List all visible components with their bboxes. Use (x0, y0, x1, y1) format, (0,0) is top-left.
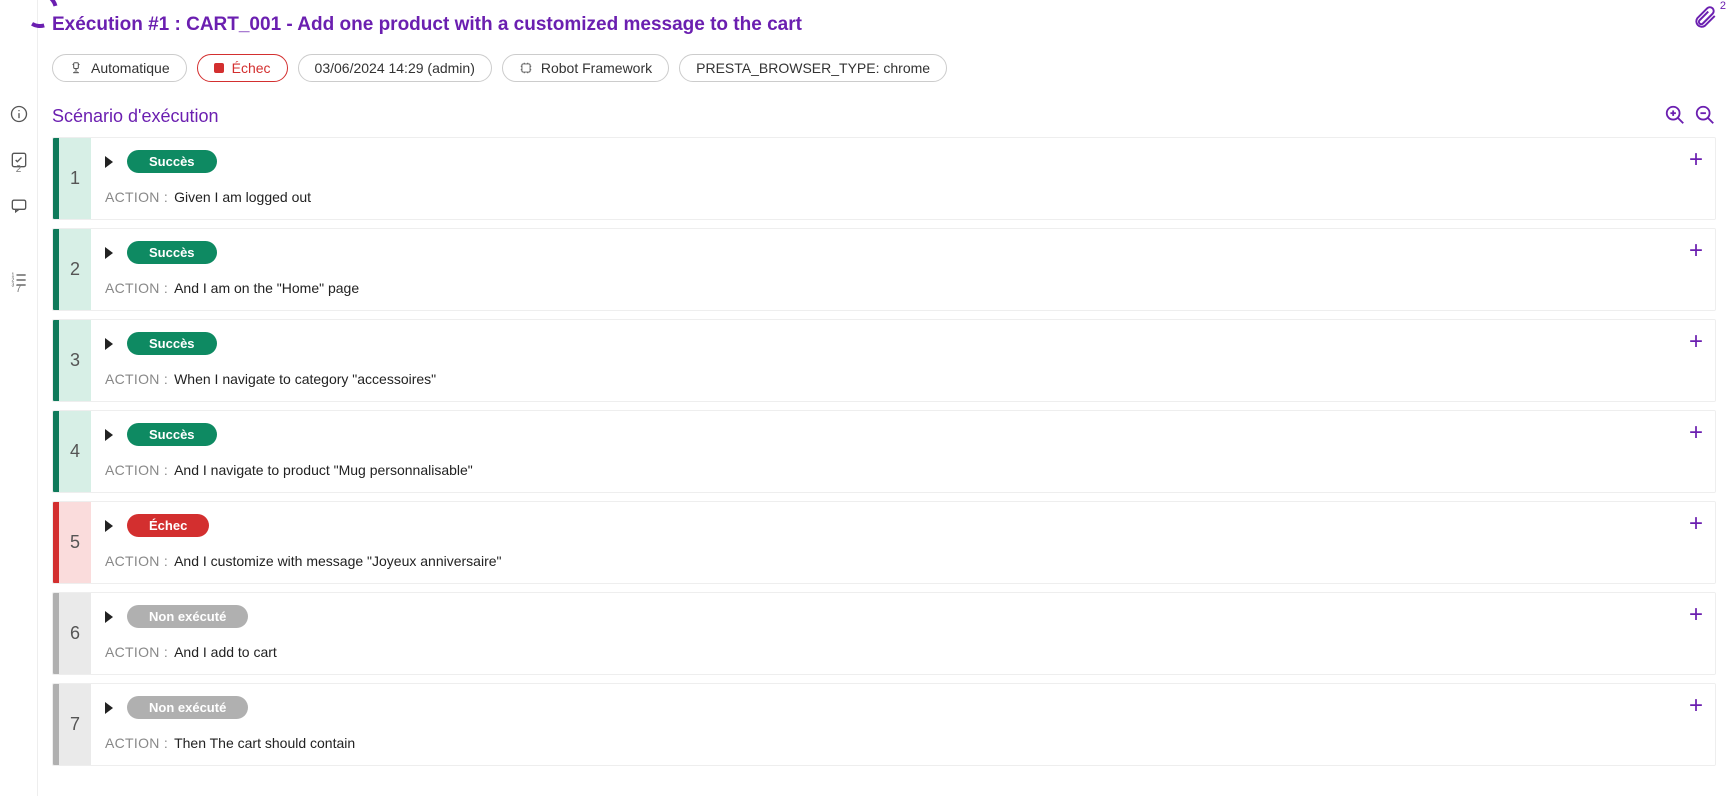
add-step-detail-button[interactable]: + (1689, 148, 1703, 172)
checklist-badge: 2 (16, 164, 22, 175)
step-row: 7 Non exécuté + ACTION : Then The cart shoul… (52, 683, 1716, 766)
step-row: 6 Non exécuté + ACTION : And I add to cart (52, 592, 1716, 675)
step-number: 1 (59, 138, 91, 219)
expand-caret-icon[interactable] (105, 611, 113, 623)
main-panel: 2 Exécution #1 : CART_001 - Add one prod… (38, 0, 1732, 796)
step-status-badge: Succès (127, 241, 217, 264)
add-step-detail-button[interactable]: + (1689, 330, 1703, 354)
page-title: Exécution #1 : CART_001 - Add one produc… (52, 14, 1720, 36)
add-step-detail-button[interactable]: + (1689, 239, 1703, 263)
step-row: 2 Succès + ACTION : And I am on the "Home" p… (52, 228, 1716, 311)
expand-caret-icon[interactable] (105, 702, 113, 714)
action-text: And I am on the "Home" page (174, 280, 359, 296)
add-step-detail-button[interactable]: + (1689, 421, 1703, 445)
action-text: Given I am logged out (174, 189, 311, 205)
step-number: 7 (59, 684, 91, 765)
step-status-badge: Succès (127, 150, 217, 173)
svg-text:3: 3 (11, 283, 14, 289)
action-label: ACTION : (105, 644, 168, 660)
zoom-in-icon[interactable] (1664, 104, 1686, 129)
step-number: 2 (59, 229, 91, 310)
action-label: ACTION : (105, 371, 168, 387)
expand-caret-icon[interactable] (105, 520, 113, 532)
checklist-icon[interactable]: 2 (5, 146, 33, 174)
attachments-count: 2 (1720, 0, 1726, 12)
section-title: Scénario d'exécution (52, 106, 219, 127)
step-row: 1 Succès + ACTION : Given I am logged out (52, 137, 1716, 220)
step-number: 4 (59, 411, 91, 492)
action-text: And I add to cart (174, 644, 277, 660)
chip-env-label: PRESTA_BROWSER_TYPE: chrome (696, 60, 930, 76)
action-text: And I navigate to product "Mug personnal… (174, 462, 473, 478)
step-status-badge: Succès (127, 423, 217, 446)
chip-env: PRESTA_BROWSER_TYPE: chrome (679, 54, 947, 82)
chip-status[interactable]: Échec (197, 54, 288, 82)
step-number: 6 (59, 593, 91, 674)
chip-timestamp-label: 03/06/2024 14:29 (admin) (315, 60, 475, 76)
action-label: ACTION : (105, 735, 168, 751)
action-label: ACTION : (105, 462, 168, 478)
steps-list: 1 Succès + ACTION : Given I am logged out 2 Su… (52, 137, 1716, 766)
fail-square-icon (214, 63, 224, 73)
left-sidebar: 2 1 2 3 7 (0, 0, 38, 796)
step-number: 3 (59, 320, 91, 401)
expand-caret-icon[interactable] (105, 338, 113, 350)
zoom-out-icon[interactable] (1694, 104, 1716, 129)
expand-caret-icon[interactable] (105, 247, 113, 259)
chip-framework-label: Robot Framework (541, 60, 652, 76)
action-label: ACTION : (105, 280, 168, 296)
info-icon[interactable] (5, 100, 33, 128)
step-status-badge: Non exécuté (127, 605, 248, 628)
add-step-detail-button[interactable]: + (1689, 694, 1703, 718)
action-text: When I navigate to category "accessoires… (174, 371, 436, 387)
chip-mode[interactable]: Automatique (52, 54, 187, 82)
step-status-badge: Succès (127, 332, 217, 355)
chip-row: Automatique Échec 03/06/2024 14:29 (admi… (52, 54, 1720, 82)
expand-caret-icon[interactable] (105, 156, 113, 168)
action-label: ACTION : (105, 189, 168, 205)
step-status-badge: Non exécuté (127, 696, 248, 719)
comment-icon[interactable] (5, 192, 33, 220)
step-number: 5 (59, 502, 91, 583)
step-row: 5 Échec + ACTION : And I customize with mess… (52, 501, 1716, 584)
action-text: And I customize with message "Joyeux ann… (174, 553, 501, 569)
chip-framework[interactable]: Robot Framework (502, 54, 669, 82)
chip-mode-label: Automatique (91, 60, 170, 76)
steps-list-badge: 7 (16, 284, 22, 295)
add-step-detail-button[interactable]: + (1689, 603, 1703, 627)
chip-status-label: Échec (232, 60, 271, 76)
attachments-button[interactable]: 2 (1692, 4, 1726, 30)
chip-timestamp: 03/06/2024 14:29 (admin) (298, 54, 492, 82)
step-row: 4 Succès + ACTION : And I navigate to produc… (52, 410, 1716, 493)
steps-list-icon[interactable]: 1 2 3 7 (5, 266, 33, 294)
action-text: Then The cart should contain (174, 735, 355, 751)
step-status-badge: Échec (127, 514, 209, 537)
step-row: 3 Succès + ACTION : When I navigate to categ… (52, 319, 1716, 402)
action-label: ACTION : (105, 553, 168, 569)
add-step-detail-button[interactable]: + (1689, 512, 1703, 536)
expand-caret-icon[interactable] (105, 429, 113, 441)
